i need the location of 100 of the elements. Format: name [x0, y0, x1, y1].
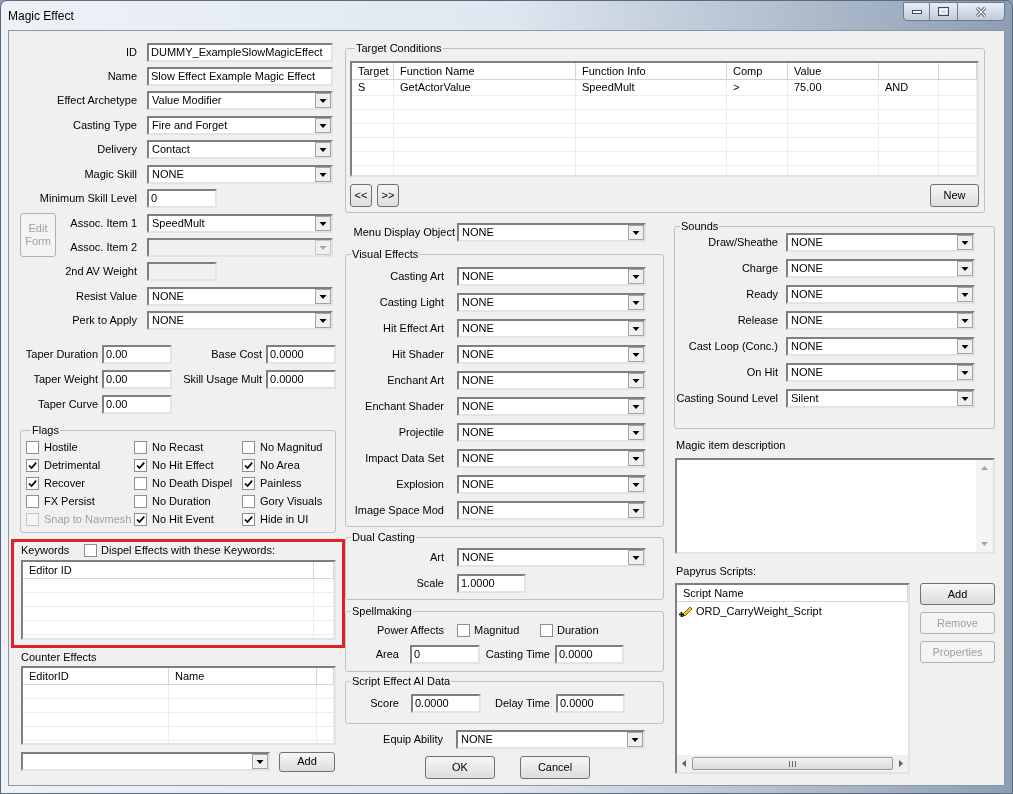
- text-field[interactable]: 0.00: [102, 394, 172, 414]
- text-field[interactable]: 0.00: [102, 369, 172, 389]
- checkbox[interactable]: [134, 441, 147, 455]
- minimize-button[interactable]: [903, 2, 930, 21]
- dropdown[interactable]: NONE: [457, 449, 646, 468]
- text-field[interactable]: 0.0000: [266, 344, 336, 364]
- text-field[interactable]: 0.0000: [411, 694, 481, 713]
- dropdown[interactable]: NONE: [786, 363, 975, 382]
- scroll-thumb[interactable]: [692, 757, 893, 770]
- dropdown[interactable]: NONE: [147, 286, 333, 306]
- checkbox[interactable]: [26, 459, 39, 473]
- checkbox[interactable]: [134, 495, 147, 509]
- dropdown[interactable]: NONE: [786, 285, 975, 304]
- checkbox[interactable]: [540, 623, 553, 637]
- checkbox[interactable]: [134, 513, 147, 527]
- keywords-table[interactable]: Editor ID: [21, 559, 336, 640]
- cancel-button[interactable]: Cancel: [520, 756, 590, 779]
- down-arrow-icon[interactable]: [981, 542, 988, 546]
- text-field[interactable]: 0.0000: [555, 645, 624, 664]
- text-field[interactable]: 0.0000: [266, 369, 336, 389]
- checkbox-label: Dispel Effects with these Keywords:: [101, 544, 276, 558]
- dropdown[interactable]: Silent: [786, 389, 975, 408]
- dropdown[interactable]: SpeedMult: [147, 213, 333, 233]
- dropdown[interactable]: NONE: [456, 730, 645, 749]
- dropdown[interactable]: NONE: [457, 423, 646, 442]
- vertical-scrollbar[interactable]: [976, 460, 993, 552]
- new-button[interactable]: New: [930, 184, 979, 207]
- dropdown[interactable]: NONE: [457, 397, 646, 416]
- dropdown[interactable]: NONE: [457, 223, 646, 242]
- text-field[interactable]: 0.0000: [556, 694, 625, 713]
- checkbox[interactable]: [242, 477, 255, 491]
- add-button[interactable]: Add: [920, 583, 995, 605]
- checkbox[interactable]: [84, 544, 97, 558]
- maximize-button[interactable]: [930, 2, 957, 21]
- text-field[interactable]: 1.0000: [457, 574, 526, 593]
- dropdown[interactable]: NONE: [457, 475, 646, 494]
- checkbox[interactable]: [457, 623, 470, 637]
- next-button[interactable]: >>: [377, 184, 399, 207]
- right-arrow-icon[interactable]: [899, 760, 903, 767]
- section-label: Counter Effects: [21, 650, 97, 664]
- table-cell: S: [352, 80, 394, 95]
- dropdown[interactable]: NONE: [457, 345, 646, 364]
- column-header[interactable]: Comp: [727, 63, 788, 79]
- dropdown[interactable]: [21, 752, 270, 772]
- field-label: Base Cost: [211, 347, 262, 361]
- previous-button[interactable]: <<: [350, 184, 372, 207]
- description-field[interactable]: [675, 458, 995, 554]
- left-arrow-icon[interactable]: [682, 760, 686, 767]
- checkbox-label: No Duration: [152, 495, 211, 509]
- column-header[interactable]: Editor ID: [23, 561, 314, 578]
- column-header[interactable]: Script Name: [677, 585, 908, 601]
- dropdown[interactable]: Fire and Forget: [147, 115, 333, 135]
- scripts-list[interactable]: Script Name ORD_CarryWeight_Script: [675, 583, 910, 774]
- column-header[interactable]: EditorID: [23, 667, 169, 684]
- counter-effects-table[interactable]: EditorID Name: [21, 665, 336, 745]
- dropdown[interactable]: NONE: [786, 233, 975, 252]
- checkbox[interactable]: [242, 513, 255, 527]
- text-field[interactable]: 0: [410, 645, 480, 664]
- dropdown[interactable]: NONE: [457, 548, 646, 567]
- ok-button[interactable]: OK: [425, 756, 495, 779]
- group-title: Target Conditions: [355, 42, 443, 55]
- dropdown[interactable]: NONE: [147, 311, 333, 331]
- checkbox[interactable]: [242, 495, 255, 509]
- checkbox[interactable]: [134, 477, 147, 491]
- dropdown[interactable]: NONE: [457, 267, 646, 286]
- column-header[interactable]: Value: [788, 63, 879, 79]
- dropdown[interactable]: NONE: [457, 501, 646, 520]
- section-label: Papyrus Scripts:: [676, 565, 757, 578]
- checkbox[interactable]: [134, 459, 147, 473]
- up-arrow-icon[interactable]: [981, 466, 988, 470]
- text-field[interactable]: Slow Effect Example Magic Effect: [147, 66, 333, 86]
- add-button[interactable]: Add: [279, 751, 335, 772]
- dropdown[interactable]: NONE: [457, 293, 646, 312]
- dropdown[interactable]: NONE: [457, 319, 646, 338]
- text-field[interactable]: DUMMY_ExampleSlowMagicEffect: [147, 42, 333, 62]
- dropdown[interactable]: NONE: [457, 371, 646, 390]
- dropdown[interactable]: Contact: [147, 140, 333, 160]
- dropdown[interactable]: NONE: [147, 164, 333, 184]
- conditions-table[interactable]: Target Function Name Function Info Comp Value S GetActorValue SpeedMult > 75.00 AND: [350, 61, 979, 177]
- list-item[interactable]: ORD_CarryWeight_Script: [696, 605, 822, 618]
- checkbox[interactable]: [26, 441, 39, 455]
- dropdown[interactable]: NONE: [786, 259, 975, 278]
- close-button[interactable]: [957, 2, 1005, 21]
- column-header[interactable]: Function Name: [394, 63, 576, 79]
- dropdown[interactable]: NONE: [786, 337, 975, 356]
- text-field[interactable]: 0: [147, 189, 217, 209]
- checkbox[interactable]: [242, 441, 255, 455]
- horizontal-scrollbar[interactable]: [677, 755, 908, 772]
- maximize-icon: [938, 7, 949, 16]
- dropdown[interactable]: Value Modifier: [147, 91, 333, 111]
- section-label: Magic item description: [676, 439, 786, 452]
- checkbox[interactable]: [26, 495, 39, 509]
- dropdown[interactable]: NONE: [786, 311, 975, 330]
- checkbox[interactable]: [26, 477, 39, 491]
- column-header[interactable]: Function Info: [576, 63, 727, 79]
- checkbox[interactable]: [242, 459, 255, 473]
- text-field[interactable]: 0.00: [102, 344, 172, 364]
- group-title: Sounds: [680, 220, 720, 233]
- column-header[interactable]: Name: [169, 667, 317, 684]
- column-header[interactable]: Target: [352, 63, 394, 79]
